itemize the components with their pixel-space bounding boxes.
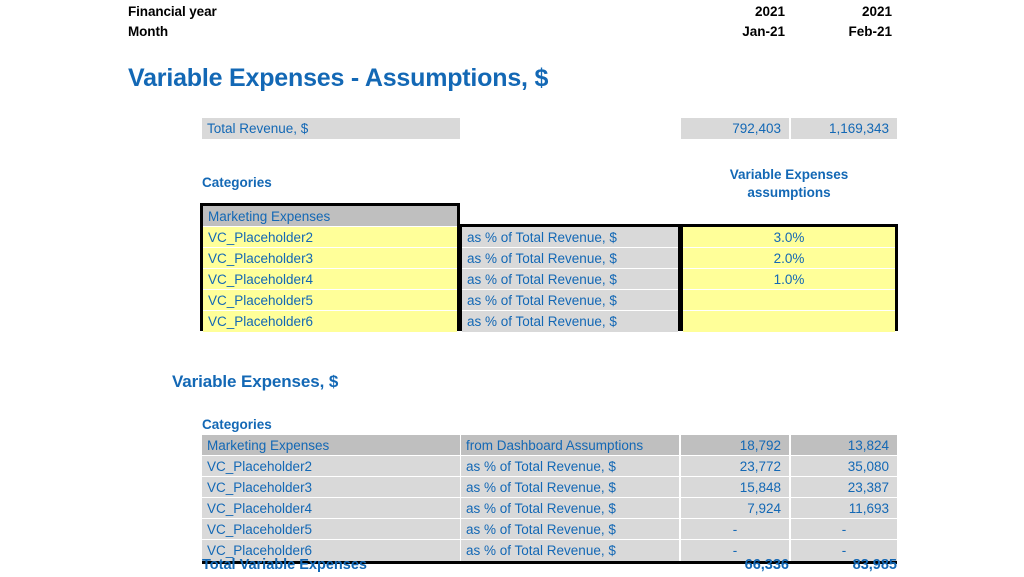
expenses-basis-cell: as % of Total Revenue, $ bbox=[461, 456, 679, 477]
assumptions-basis-cell: as % of Total Revenue, $ bbox=[462, 269, 678, 290]
assumptions-value-cell[interactable]: 3.0% bbox=[683, 227, 895, 248]
expenses-value-cell: 18,792 bbox=[681, 435, 789, 456]
assumptions-value-cell[interactable]: 1.0% bbox=[683, 269, 895, 290]
expenses-value-cell: 23,772 bbox=[681, 456, 789, 477]
expenses-value-cell: 23,387 bbox=[791, 477, 897, 498]
expenses-category-cell: VC_Placeholder3 bbox=[202, 477, 460, 498]
expenses-value-cell: - bbox=[791, 519, 897, 540]
assumptions-basis-cell: as % of Total Revenue, $ bbox=[462, 290, 678, 311]
assumptions-values-header-line2: assumptions bbox=[747, 185, 831, 200]
total-revenue-value-2: 1,169,343 bbox=[791, 118, 897, 139]
assumptions-categories-header: Categories bbox=[202, 175, 272, 190]
assumptions-values-header: Variable Expenses assumptions bbox=[681, 166, 897, 202]
expenses-value-cell: 11,693 bbox=[791, 498, 897, 519]
expenses-total-value-2: 83,985 bbox=[852, 557, 897, 573]
expenses-category-cell: VC_Placeholder4 bbox=[202, 498, 460, 519]
expenses-total-label: Total Variable Expenses bbox=[202, 557, 367, 573]
expenses-basis-cell: as % of Total Revenue, $ bbox=[461, 519, 679, 540]
assumptions-category-cell[interactable]: Marketing Expenses bbox=[203, 206, 457, 227]
assumptions-value-frame: 3.0% 2.0% 1.0% bbox=[680, 224, 898, 332]
assumptions-values-header-line1: Variable Expenses bbox=[729, 167, 849, 182]
assumptions-category-cell[interactable]: VC_Placeholder2 bbox=[203, 227, 457, 248]
financial-year-value-1: 2021 bbox=[754, 4, 785, 19]
expenses-categories-header: Categories bbox=[202, 417, 272, 432]
assumptions-basis-frame: as % of Total Revenue, $ as % of Total R… bbox=[459, 224, 681, 332]
financial-year-value-2: 2021 bbox=[861, 4, 892, 19]
assumptions-value-cell[interactable] bbox=[683, 290, 895, 311]
month-label: Month bbox=[128, 24, 168, 39]
assumptions-basis-cell: as % of Total Revenue, $ bbox=[462, 248, 678, 269]
expenses-value-cell: 15,848 bbox=[681, 477, 789, 498]
page-title: Variable Expenses - Assumptions, $ bbox=[128, 64, 549, 92]
expenses-basis-cell: from Dashboard Assumptions bbox=[461, 435, 679, 456]
month-value-1: Jan-21 bbox=[742, 24, 785, 39]
expenses-category-cell: Marketing Expenses bbox=[202, 435, 460, 456]
expenses-value-cell: 13,824 bbox=[791, 435, 897, 456]
assumptions-value-cell[interactable]: 2.0% bbox=[683, 248, 895, 269]
expenses-basis-cell: as % of Total Revenue, $ bbox=[461, 498, 679, 519]
financial-year-label: Financial year bbox=[128, 4, 217, 19]
expenses-category-cell: VC_Placeholder2 bbox=[202, 456, 460, 477]
expenses-basis-cell: as % of Total Revenue, $ bbox=[461, 540, 679, 561]
expenses-value-cell: 35,080 bbox=[791, 456, 897, 477]
expenses-value-cell: - bbox=[681, 519, 789, 540]
total-revenue-value-1: 792,403 bbox=[681, 118, 789, 139]
assumptions-category-cell[interactable]: VC_Placeholder3 bbox=[203, 248, 457, 269]
assumptions-category-cell[interactable]: VC_Placeholder5 bbox=[203, 290, 457, 311]
assumptions-category-cell[interactable]: VC_Placeholder6 bbox=[203, 311, 457, 332]
assumptions-category-cell[interactable]: VC_Placeholder4 bbox=[203, 269, 457, 290]
total-revenue-label: Total Revenue, $ bbox=[202, 118, 460, 139]
assumptions-basis-cell: as % of Total Revenue, $ bbox=[462, 227, 678, 248]
expenses-category-cell: VC_Placeholder5 bbox=[202, 519, 460, 540]
assumptions-value-cell[interactable] bbox=[683, 311, 895, 332]
assumptions-basis-cell: as % of Total Revenue, $ bbox=[462, 311, 678, 332]
expenses-basis-cell: as % of Total Revenue, $ bbox=[461, 477, 679, 498]
expenses-total-value-1: 66,336 bbox=[744, 557, 789, 573]
expenses-value-cell: 7,924 bbox=[681, 498, 789, 519]
expenses-section-title: Variable Expenses, $ bbox=[172, 372, 339, 391]
month-value-2: Feb-21 bbox=[848, 24, 892, 39]
assumptions-category-frame: Marketing Expenses VC_Placeholder2 VC_Pl… bbox=[200, 203, 460, 332]
